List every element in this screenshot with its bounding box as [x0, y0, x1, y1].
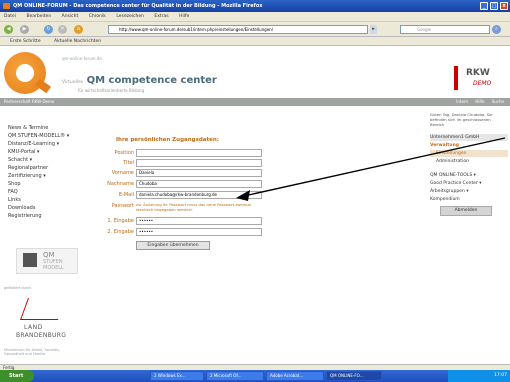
label-passwort: Passwort: [111, 203, 134, 209]
company-name: Unternehmen1 GmbH: [430, 134, 508, 141]
taskbar-item-firefox[interactable]: QM ONLINE-FO...: [326, 371, 382, 381]
qm-logo-sub: STUFEN MODELL: [43, 259, 64, 271]
page-subtitle: für wirtschaftsorientierte Bildung: [78, 88, 145, 93]
menu-hilfe[interactable]: Hilfe: [179, 14, 189, 19]
taskbar-item-windows[interactable]: 2 Windows Ex...: [150, 371, 204, 381]
reload-icon[interactable]: ↻: [44, 25, 53, 34]
section-verwaltung: Verwaltung: [430, 143, 460, 148]
qm-logo-text: QM: [43, 251, 55, 259]
ministerium-text: Ministerium für Arbeit, Soziales, Gesund…: [4, 348, 60, 356]
email-field[interactable]: daniela.chudoba@rkw-brandenburg.de: [136, 191, 262, 199]
link-hilfe[interactable]: Hilfe: [475, 99, 484, 104]
rkw-logo: RKW: [466, 68, 490, 78]
minimize-button[interactable]: _: [480, 2, 488, 10]
stop-icon[interactable]: ✕: [58, 25, 67, 34]
menu-good-practice[interactable]: Good Practice Center ▾: [430, 180, 508, 187]
window-titlebar: QM ONLINE-FORUM - Das competence center …: [0, 0, 510, 12]
menu-chronik[interactable]: Chronik: [89, 14, 106, 19]
label-pw2: 2. Eingabe: [107, 229, 134, 235]
menu-lesezeichen[interactable]: Lesezeichen: [116, 14, 144, 19]
qm-stufen-logo: QM STUFEN MODELL: [16, 248, 78, 274]
nav-faq[interactable]: FAQ: [8, 188, 78, 196]
system-tray: 17:07: [448, 370, 510, 382]
menu-qm-online-tools[interactable]: QM ONLINE-TOOLS ▾: [430, 172, 508, 179]
maximize-button[interactable]: □: [490, 2, 498, 10]
start-button[interactable]: Start: [0, 370, 34, 382]
label-nachname: Nachname: [107, 181, 134, 187]
bookmark-erste-schritte[interactable]: Erste Schritte: [10, 39, 41, 44]
label-pw1: 1. Eingabe: [107, 218, 134, 224]
partner-label: Partnerschaft RKW-Demo: [4, 99, 55, 104]
left-navigation: News & Termine QM STUFEN-MODELL® ▾ Dista…: [8, 124, 78, 220]
rkw-logo-bar: [454, 66, 458, 90]
bookmarks-toolbar: Erste Schritte Aktuelle Nachrichten: [0, 37, 510, 46]
taskbar-item-acrobat[interactable]: Adobe Acrobat...: [266, 371, 324, 381]
submit-button[interactable]: Eingaben übernehmen: [136, 241, 210, 250]
clock: 17:07: [494, 373, 507, 378]
nav-zertifizierung[interactable]: Zertifizierung ▾: [8, 172, 78, 180]
bookmark-aktuelle-nachrichten[interactable]: Aktuelle Nachrichten: [54, 39, 101, 44]
form-title: Ihre persönlichen Zugangsdaten:: [116, 137, 219, 143]
page-content: qm-online-forum.de Virtuelles QM compete…: [0, 46, 510, 364]
password-field-2[interactable]: ••••••: [136, 228, 262, 236]
vorname-field[interactable]: Daniela: [136, 169, 262, 177]
menu-administration[interactable]: Administration: [430, 158, 508, 165]
password-field-1[interactable]: ••••••: [136, 217, 262, 225]
user-greeting: Guten Tag, Daniela Chudoba, Sie befinden…: [430, 112, 493, 127]
titel-field[interactable]: [136, 159, 262, 167]
title-prefix: Virtuelles: [62, 80, 84, 85]
rkw-demo-label: DEMO: [473, 80, 492, 87]
menu-bar: Datei Bearbeiten Ansicht Chronik Lesezei…: [0, 12, 510, 22]
page-title: Virtuelles QM competence center: [62, 75, 217, 86]
back-icon[interactable]: ◀: [4, 25, 13, 34]
forward-icon[interactable]: ▶: [20, 25, 29, 34]
link-suche[interactable]: Suche: [492, 99, 504, 104]
search-input[interactable]: Google: [400, 25, 490, 34]
nav-registrierung[interactable]: Registrierung: [8, 212, 78, 220]
go-icon[interactable]: ▸: [370, 25, 377, 34]
gefoerdert-label: gefördert durch: [4, 286, 32, 290]
qm-logo-tail: [34, 78, 52, 94]
window-title: QM ONLINE-FORUM - Das competence center …: [13, 3, 263, 9]
nav-qm-stufen-modell[interactable]: QM STUFEN-MODELL® ▾: [8, 132, 78, 140]
nav-regionalpartner[interactable]: Regionalpartner: [8, 164, 78, 172]
url-input[interactable]: http://www.qm-online-forum.de/sub1/inter…: [108, 25, 368, 34]
label-position: Position: [114, 150, 134, 156]
password-hint: zur Änderung Ihr Passwort muss das neue …: [136, 202, 251, 212]
nav-distanz-elearning[interactable]: Distanz/E-Learning ▾: [8, 140, 78, 148]
search-icon[interactable]: ⌕: [492, 25, 501, 34]
link-intern[interactable]: Intern: [456, 99, 468, 104]
nav-schacht[interactable]: Schacht ▾: [8, 156, 78, 164]
menu-ansicht[interactable]: Ansicht: [62, 14, 79, 19]
menu-bearbeiten[interactable]: Bearbeiten: [26, 14, 51, 19]
close-button[interactable]: x: [500, 2, 508, 10]
menu-arbeitsgruppen[interactable]: Arbeitsgruppen ▾: [430, 188, 508, 195]
site-domain: qm-online-forum.de: [62, 56, 102, 61]
label-vorname: Vorname: [111, 170, 134, 176]
menu-kompendium[interactable]: Kompendium: [430, 196, 508, 203]
position-field[interactable]: [136, 149, 262, 157]
brandenburg-eagle-icon: [19, 298, 67, 320]
nav-news[interactable]: News & Termine: [8, 124, 78, 132]
qm-square-icon: [23, 253, 37, 267]
nav-downloads[interactable]: Downloads: [8, 204, 78, 212]
navigation-toolbar: ◀ ▶ ↻ ✕ ⌂ http://www.qm-online-forum.de/…: [0, 22, 510, 37]
nav-kmu-portal[interactable]: KMU-Portal ▾: [8, 148, 78, 156]
partner-bar: Partnerschaft RKW-Demo Intern Hilfe Such…: [0, 98, 510, 106]
firefox-icon: [3, 3, 10, 9]
taskbar-item-office[interactable]: 2 Microsoft Of...: [206, 371, 264, 381]
taskbar: Start 2 Windows Ex... 2 Microsoft Of... …: [0, 370, 510, 382]
title-main: QM competence center: [86, 75, 217, 86]
menu-einstellungen[interactable]: Einstellungen: [430, 150, 508, 157]
label-email: E-Mail: [118, 192, 134, 198]
nachname-field[interactable]: Chudoba: [136, 180, 262, 188]
brandenburg-logo: LAND BRANDENBURG: [14, 292, 74, 350]
home-icon[interactable]: ⌂: [74, 25, 83, 34]
nav-shop[interactable]: Shop: [8, 180, 78, 188]
menu-datei[interactable]: Datei: [4, 14, 16, 19]
label-titel: Titel: [123, 160, 134, 166]
menu-extras[interactable]: Extras: [154, 14, 168, 19]
logout-button[interactable]: Abmelden: [440, 206, 492, 216]
nav-links[interactable]: Links: [8, 196, 78, 204]
